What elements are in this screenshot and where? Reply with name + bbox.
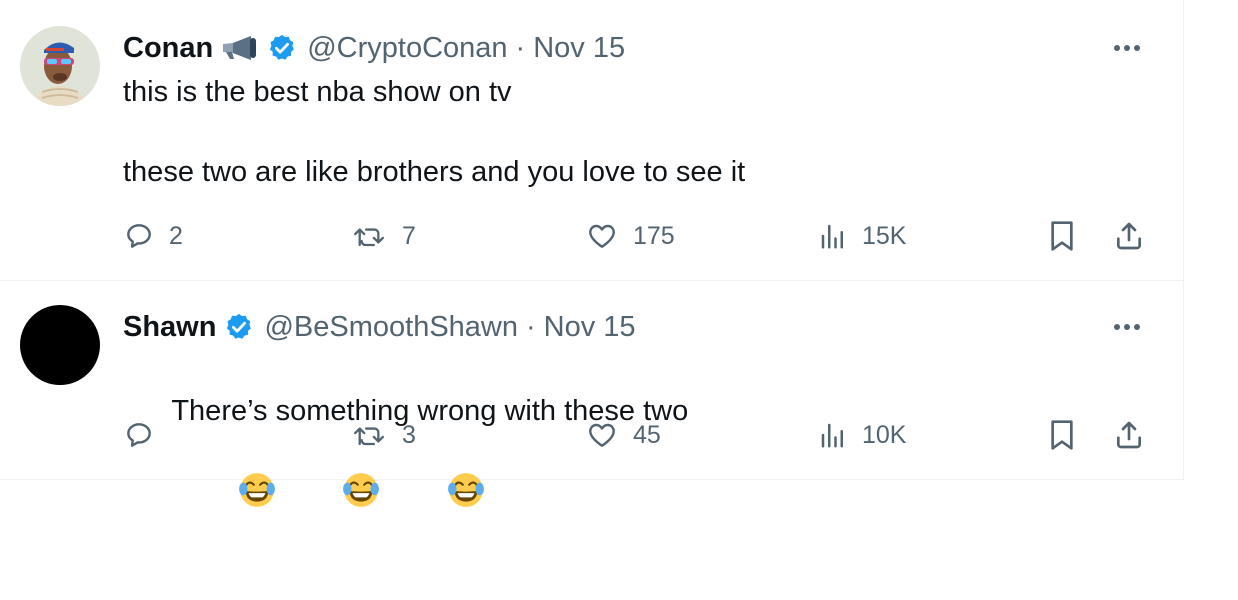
reply-icon xyxy=(127,423,151,447)
tweet-text: this is the best nba show on tv these tw… xyxy=(123,76,746,188)
tweet-date[interactable]: Nov 15 xyxy=(544,311,636,344)
verified-badge-icon[interactable] xyxy=(224,312,254,342)
avatar[interactable] xyxy=(20,305,100,385)
verified-badge-icon[interactable] xyxy=(267,33,297,63)
user-handle[interactable]: @CryptoConan xyxy=(307,32,507,65)
more-icon xyxy=(1114,324,1140,330)
tweet-text: There’s something wrong with these two xyxy=(123,351,688,600)
share-icon xyxy=(1117,222,1141,250)
retweet-count: 3 xyxy=(402,420,416,449)
tweet[interactable]: Conan @CryptoConan · Nov 15 this is the … xyxy=(0,0,1183,281)
separator: · xyxy=(515,31,526,64)
views-count: 10K xyxy=(862,420,907,449)
separator: · xyxy=(526,310,536,343)
retweet-button[interactable]: 7 xyxy=(352,216,416,256)
like-button[interactable]: 45 xyxy=(585,415,661,455)
tweet-date[interactable]: Nov 15 xyxy=(533,32,625,65)
display-name[interactable]: Conan xyxy=(123,32,213,65)
more-icon xyxy=(1114,45,1140,51)
retweet-button[interactable]: 3 xyxy=(352,415,416,455)
like-count: 45 xyxy=(633,420,661,449)
share-button[interactable] xyxy=(1113,216,1145,256)
like-button[interactable]: 175 xyxy=(585,216,675,256)
reply-count: 2 xyxy=(169,221,183,250)
avatar[interactable] xyxy=(20,26,100,106)
megaphone-icon xyxy=(221,35,259,61)
timeline: Conan @CryptoConan · Nov 15 this is the … xyxy=(0,0,1184,507)
more-button[interactable] xyxy=(1107,34,1147,62)
bookmark-button[interactable] xyxy=(1048,216,1076,256)
tweet[interactable]: Shawn @BeSmoothShawn · Nov 15 There’s so… xyxy=(0,281,1183,507)
views-icon xyxy=(821,423,843,448)
views-button[interactable]: 15K xyxy=(818,216,906,256)
reply-button[interactable] xyxy=(123,415,169,455)
share-icon xyxy=(1117,421,1141,449)
tweet-header: Shawn @BeSmoothShawn · Nov 15 xyxy=(123,307,636,347)
like-count: 175 xyxy=(633,221,675,250)
reply-button[interactable]: 2 xyxy=(123,216,183,256)
retweet-icon xyxy=(354,228,385,247)
views-button[interactable]: 10K xyxy=(818,415,906,455)
bookmark-icon xyxy=(1051,420,1073,450)
tweet-actions: 3 45 10K xyxy=(123,415,1153,455)
tweet-header: Conan @CryptoConan · Nov 15 xyxy=(123,28,625,68)
reply-icon xyxy=(127,224,151,248)
views-icon xyxy=(821,224,843,249)
like-icon xyxy=(589,423,615,447)
bookmark-icon xyxy=(1051,221,1073,251)
bookmark-button[interactable] xyxy=(1048,415,1076,455)
display-name[interactable]: Shawn xyxy=(123,311,216,344)
tweet-actions: 2 7 175 15K xyxy=(123,216,1153,256)
like-icon xyxy=(589,224,615,248)
user-handle[interactable]: @BeSmoothShawn xyxy=(264,311,518,344)
retweet-count: 7 xyxy=(402,221,416,250)
views-count: 15K xyxy=(862,221,907,250)
retweet-icon xyxy=(354,427,385,446)
more-button[interactable] xyxy=(1107,313,1147,341)
share-button[interactable] xyxy=(1113,415,1145,455)
